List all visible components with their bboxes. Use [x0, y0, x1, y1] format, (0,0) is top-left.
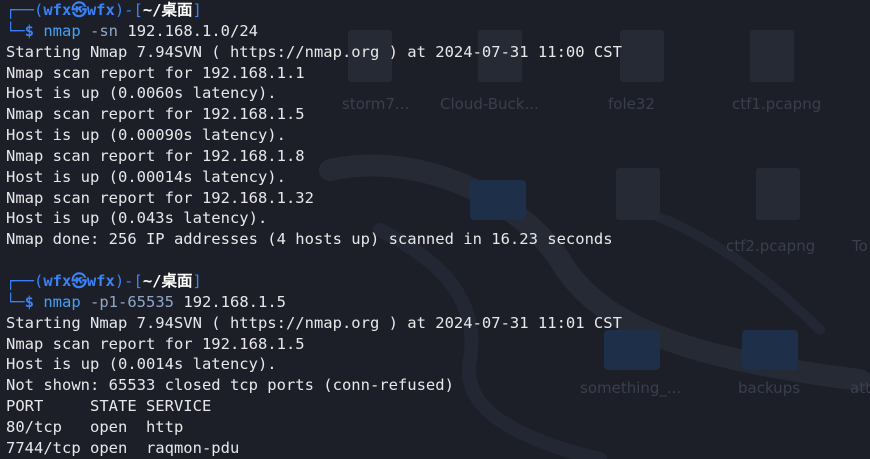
command-name: nmap [43, 21, 81, 40]
output-line: Nmap scan report for 192.168.1.32 [6, 188, 314, 207]
prompt-host: wfx [86, 1, 115, 19]
command-line: └─$ nmap -sn 192.168.1.0/24 [6, 21, 259, 40]
prompt-user: wfx [43, 271, 72, 290]
port-table-row: 80/tcp open http [6, 417, 184, 436]
output-line: Host is up (0.0060s latency). [6, 84, 277, 103]
prompt-header: ┌──(wfx㉿wfx)-[~/桌面] [6, 271, 202, 290]
output-line: Host is up (0.00014s latency). [6, 167, 286, 186]
output-line: Nmap scan report for 192.168.1.1 [6, 63, 305, 82]
prompt-directory: ~/桌面 [142, 271, 193, 290]
output-line: Nmap scan report for 192.168.1.5 [6, 105, 305, 124]
port-table-header: PORT STATE SERVICE [6, 397, 212, 416]
command-target: 192.168.1.0/24 [127, 21, 259, 40]
command-line: └─$ nmap -p1-65535 192.168.1.5 [6, 292, 287, 311]
output-line: Host is up (0.043s latency). [6, 209, 268, 228]
command-flags: -sn [90, 21, 119, 40]
command-name: nmap [43, 292, 81, 311]
prompt-host: wfx [86, 271, 115, 290]
prompt-header: ┌──(wfx㉿wfx)-[~/桌面] [6, 1, 202, 19]
prompt-user: wfx [43, 1, 72, 19]
terminal-output[interactable]: ┌──(wfx㉿wfx)-[~/桌面] └─$ nmap -sn 192.168… [6, 0, 866, 459]
output-line: Nmap scan report for 192.168.1.8 [6, 146, 305, 165]
output-line: Starting Nmap 7.94SVN ( https://nmap.org… [6, 42, 622, 61]
prompt-directory: ~/桌面 [142, 1, 193, 19]
prompt-at-symbol: ㉿ [71, 271, 87, 290]
port-table-row: 7744/tcp open raqmon-pdu [6, 438, 240, 457]
output-line: Host is up (0.00090s latency). [6, 126, 286, 145]
command-flags: -p1-65535 [90, 292, 175, 311]
output-line: Nmap scan report for 192.168.1.5 [6, 334, 305, 353]
output-line: Starting Nmap 7.94SVN ( https://nmap.org… [6, 313, 622, 332]
output-line: Not shown: 65533 closed tcp ports (conn-… [6, 376, 454, 395]
output-line: Host is up (0.0014s latency). [6, 355, 277, 374]
output-line: Nmap done: 256 IP addresses (4 hosts up)… [6, 230, 613, 249]
terminal-window[interactable]: storm7... Cloud-Buck... fole32 ctf1.pcap… [0, 0, 870, 459]
command-target: 192.168.1.5 [183, 292, 287, 311]
prompt-at-symbol: ㉿ [71, 1, 87, 19]
